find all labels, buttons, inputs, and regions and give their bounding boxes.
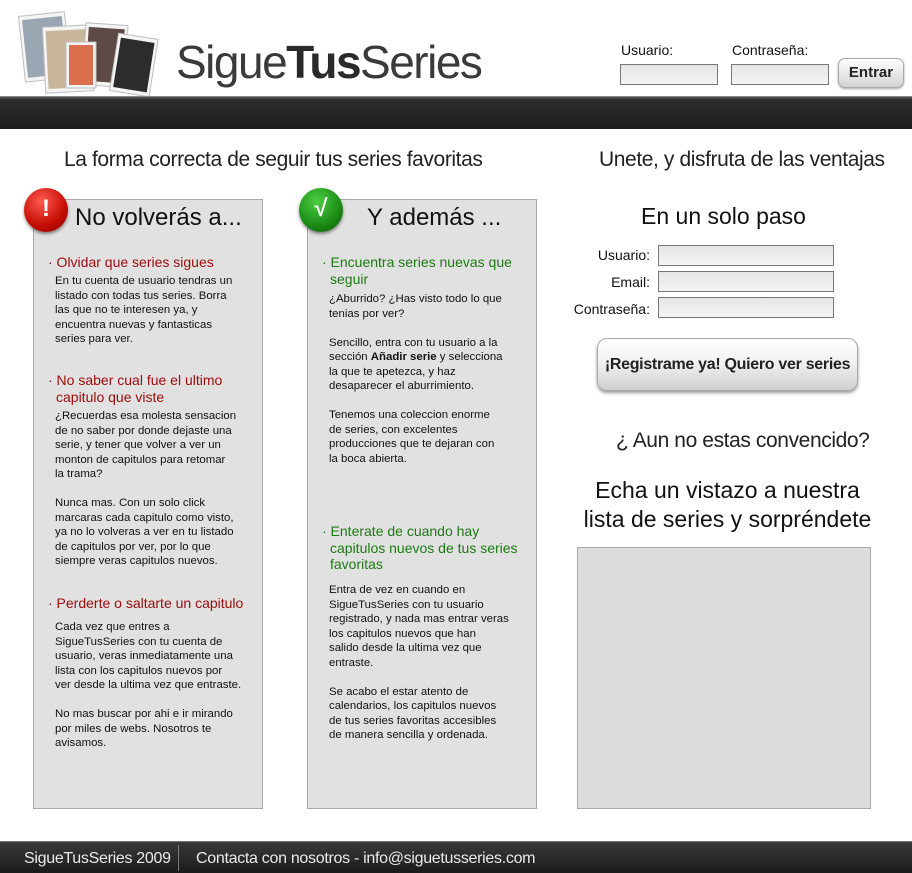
- register-button[interactable]: ¡Registrame ya! Quiero ver series: [597, 338, 858, 391]
- register-heading: En un solo paso: [641, 203, 806, 229]
- register-password-label: Contraseña:: [573, 301, 650, 317]
- register-password-input[interactable]: [658, 297, 834, 318]
- login-user-input[interactable]: [620, 64, 718, 85]
- checkmark-icon: √: [299, 188, 343, 232]
- feature-heading: · Olvidar que series sigues: [48, 254, 214, 270]
- feature-description: Entra de vez en cuando en SigueTusSeries …: [329, 584, 509, 741]
- footer-contact-link[interactable]: Contacta con nosotros - info@siguetusser…: [196, 850, 536, 868]
- login-password-label: Contraseña:: [732, 42, 809, 58]
- feature-description: En tu cuenta de usuario tendras un listad…: [55, 275, 233, 345]
- feature-heading: · Encuentra series nuevas que seguir: [322, 254, 512, 287]
- logo-part-tus: Tus: [286, 36, 361, 88]
- series-list-cta[interactable]: Echa un vistazo a nuestra lista de serie…: [577, 476, 878, 534]
- footer-divider: [178, 845, 179, 871]
- feature-heading: · No saber cual fue el ultimo capitulo q…: [48, 372, 223, 405]
- login-password-input[interactable]: [731, 64, 829, 85]
- logo-dvd-covers-image[interactable]: [14, 8, 160, 100]
- top-nav-bar: [0, 96, 912, 129]
- register-email-label: Email:: [611, 274, 650, 290]
- feature-description: ¿Aburrido? ¿Has visto todo lo que tenias …: [329, 293, 503, 465]
- register-user-label: Usuario:: [597, 247, 650, 263]
- footer-copyright: SigueTusSeries 2009: [24, 850, 171, 867]
- column-title-no-volveras: No volverás a...: [75, 204, 242, 231]
- login-enter-button[interactable]: Entrar: [838, 58, 904, 88]
- feature-description: ¿Recuerdas esa molesta sensacion de no sa…: [55, 410, 237, 567]
- right-tagline: Unete, y disfruta de las ventajas: [599, 148, 885, 171]
- exclamation-icon: !: [24, 188, 68, 232]
- feature-description: Cada vez que entres a SigueTusSeries con …: [55, 621, 242, 749]
- not-convinced-text: ¿ Aun no estas convencido?: [616, 429, 870, 452]
- column-title-y-ademas: Y además ...: [367, 204, 502, 231]
- series-preview-panel[interactable]: [577, 547, 871, 809]
- logo-part-sigue: Sigue: [176, 36, 288, 88]
- register-user-input[interactable]: [658, 245, 834, 266]
- left-tagline: La forma correcta de seguir tus series f…: [64, 148, 483, 171]
- feature-heading: · Enterate de cuando hay capitulos nuevo…: [322, 523, 518, 572]
- page-footer: SigueTusSeries 2009 Contacta con nosotro…: [0, 841, 912, 873]
- site-logo-text[interactable]: SigueTusSeries: [176, 34, 483, 90]
- login-user-label: Usuario:: [621, 42, 674, 58]
- add-series-link[interactable]: Añadir serie: [371, 351, 437, 363]
- page-header: SigueTusSeries Usuario: Contraseña: Entr…: [0, 0, 912, 98]
- register-email-input[interactable]: [658, 271, 834, 292]
- feature-heading: · Perderte o saltarte un capitulo: [48, 595, 244, 611]
- logo-part-series: Series: [360, 36, 483, 88]
